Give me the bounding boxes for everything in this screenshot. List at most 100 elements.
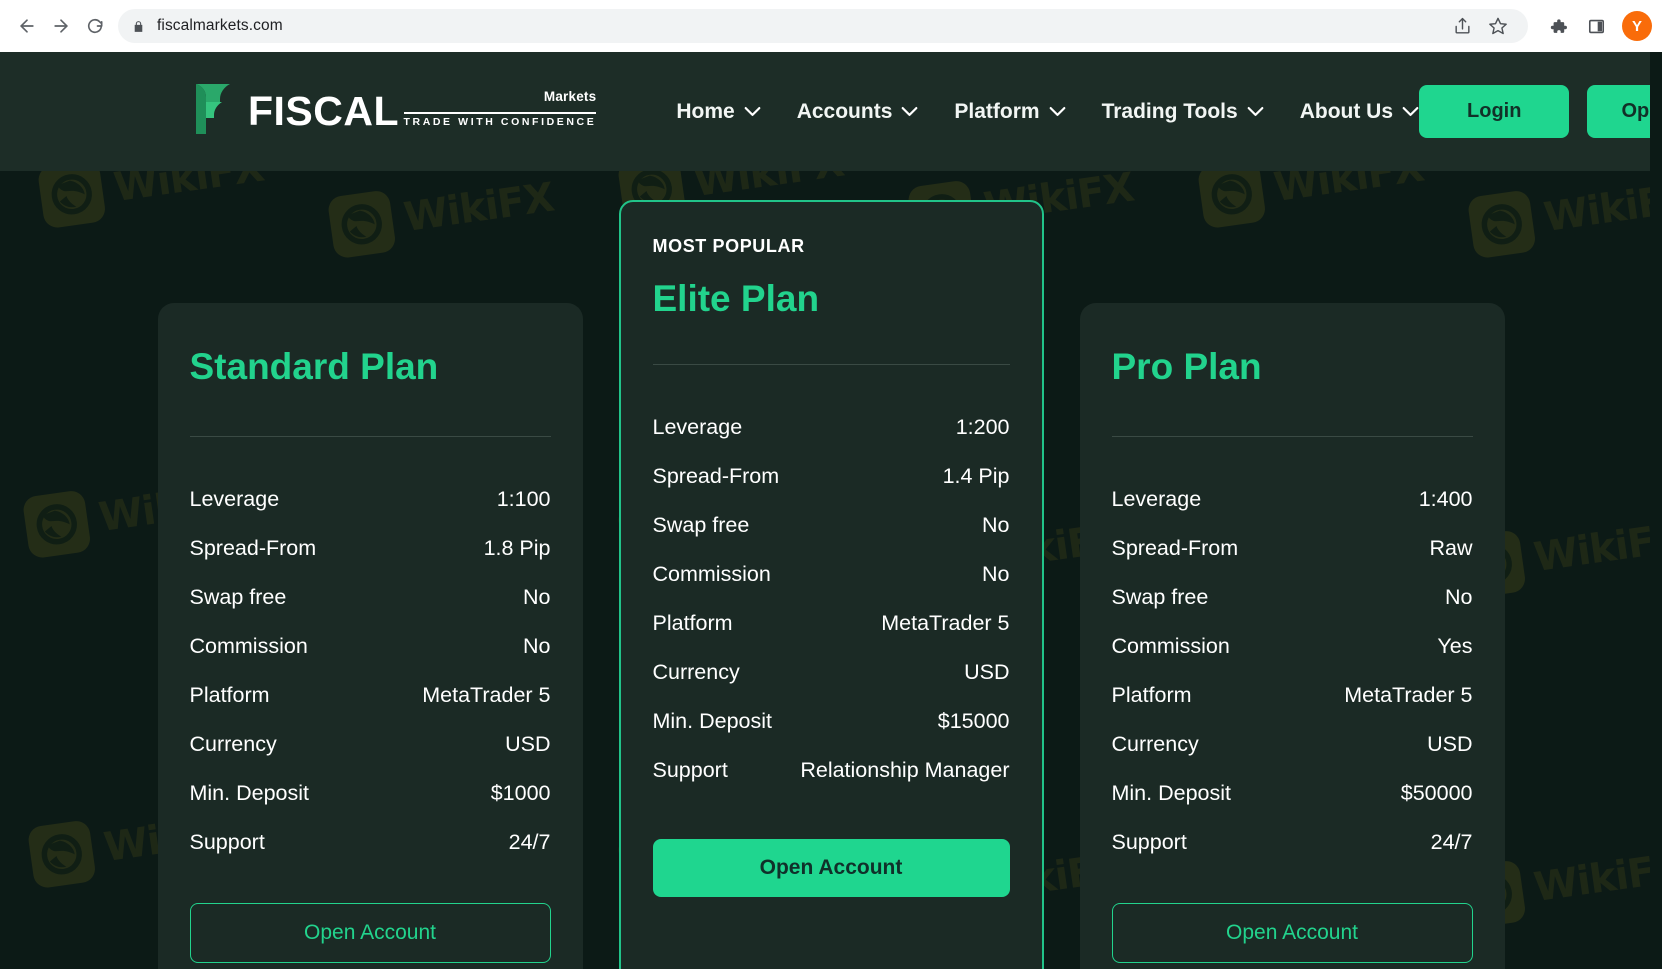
chevron-down-icon: [744, 106, 761, 117]
pricing-card-pro-plan: Pro Plan Leverage 1:400 Spread-From Raw Swap …: [1079, 303, 1505, 969]
login-button[interactable]: Login: [1419, 85, 1570, 138]
plan-feature-row: Leverage 1:200: [653, 403, 1010, 452]
side-panel-icon: [1588, 19, 1604, 33]
logo-tagline: TRADE WITH CONFIDENCE: [403, 112, 597, 128]
feature-label: Currency: [1111, 731, 1199, 756]
feature-value: Yes: [1437, 633, 1473, 658]
feature-label: Spread-From: [189, 535, 317, 560]
nav-item-home[interactable]: Home: [676, 99, 761, 124]
feature-value: $50000: [1400, 780, 1473, 805]
plan-feature-row: Min. Deposit $50000: [1112, 769, 1473, 818]
nav-item-trading-tools[interactable]: Trading Tools: [1102, 100, 1264, 124]
forward-arrow-icon: [54, 19, 68, 33]
avatar[interactable]: Y: [1622, 11, 1652, 41]
url-text: fiscalmarkets.com: [157, 17, 283, 34]
reload-button[interactable]: [78, 9, 112, 43]
page-viewport: WikiFX WikiFX WikiFX WikiFX WikiFX WikiFX Wiki…: [0, 52, 1662, 969]
feature-value: Relationship Manager: [800, 757, 1010, 782]
header-actions: Login Open Account: [1419, 85, 1662, 138]
feature-label: Currency: [189, 731, 277, 756]
plan-feature-list: Leverage 1:400 Spread-From Raw Swap free No Co…: [1112, 475, 1473, 867]
nav-item-platform[interactable]: Platform: [954, 100, 1065, 124]
pricing-card-elite-plan: MOST POPULAR Elite Plan Leverage 1:200 Sprea…: [618, 200, 1044, 969]
plan-feature-row: Currency USD: [1112, 720, 1473, 769]
feature-label: Min. Deposit: [652, 708, 773, 733]
plan-divider: [189, 435, 551, 437]
feature-value: MetaTrader 5: [1344, 682, 1473, 707]
feature-label: Commission: [652, 561, 771, 586]
nav-item-label: Trading Tools: [1101, 99, 1238, 123]
feature-value: USD: [505, 731, 551, 756]
feature-value: 1:400: [1418, 486, 1473, 511]
logo-fiscal-label: FISCAL: [248, 88, 400, 134]
feature-value: 1:200: [955, 414, 1010, 439]
main-navigation: Home Accounts Platform Trading Tools About U…: [676, 100, 1419, 124]
plan-feature-row: Spread-From 1.8 Pip: [190, 524, 551, 573]
feature-label: Min. Deposit: [1111, 780, 1232, 805]
feature-value: No: [1445, 584, 1473, 609]
feature-label: Platform: [652, 610, 733, 635]
puzzle-icon: [1550, 18, 1567, 33]
plan-feature-row: Swap free No: [190, 573, 551, 622]
feature-label: Support: [652, 757, 728, 782]
feature-label: Currency: [652, 659, 740, 684]
site-logo[interactable]: Markets FISCAL TRADE WITH CONFIDENCE: [186, 80, 597, 143]
plan-feature-row: Commission No: [653, 550, 1010, 599]
feature-label: Spread-From: [652, 463, 780, 488]
feature-value: MetaTrader 5: [881, 610, 1010, 635]
feature-value: USD: [964, 659, 1010, 684]
address-bar[interactable]: fiscalmarkets.com: [118, 9, 1528, 43]
nav-item-label: Accounts: [796, 99, 893, 123]
feature-label: Leverage: [652, 414, 743, 439]
feature-value: $15000: [937, 708, 1010, 733]
star-icon: [1489, 17, 1507, 35]
feature-label: Spread-From: [1111, 535, 1239, 560]
feature-label: Support: [1111, 829, 1187, 854]
feature-value: 1.4 Pip: [942, 463, 1010, 488]
logo-markets-label: Markets: [543, 89, 597, 104]
share-button[interactable]: [1446, 10, 1478, 42]
plan-feature-row: Min. Deposit $1000: [190, 769, 551, 818]
feature-value: No: [523, 633, 551, 658]
side-panel-button[interactable]: [1580, 10, 1612, 42]
plan-feature-row: Currency USD: [190, 720, 551, 769]
browser-toolbar: fiscalmarkets.com Y: [0, 0, 1662, 52]
plan-feature-row: Platform MetaTrader 5: [653, 599, 1010, 648]
feature-value: Raw: [1429, 535, 1473, 560]
feature-label: Swap free: [652, 512, 750, 537]
plan-divider: [652, 363, 1010, 365]
plan-feature-row: Swap free No: [1112, 573, 1473, 622]
feature-label: Commission: [189, 633, 308, 658]
feature-value: No: [523, 584, 551, 609]
plan-feature-row: Support 24/7: [1112, 818, 1473, 867]
feature-value: 1:100: [496, 486, 551, 511]
plan-feature-row: Support 24/7: [190, 818, 551, 867]
plan-open-account-button[interactable]: Open Account: [1111, 902, 1473, 963]
plan-open-account-button[interactable]: Open Account: [652, 838, 1010, 897]
plan-open-account-button[interactable]: Open Account: [189, 902, 551, 963]
bookmark-button[interactable]: [1482, 10, 1514, 42]
nav-item-about-us[interactable]: About Us: [1300, 100, 1419, 124]
feature-label: Swap free: [1111, 584, 1209, 609]
forward-button[interactable]: [44, 9, 78, 43]
back-button[interactable]: [10, 9, 44, 43]
feature-value: MetaTrader 5: [422, 682, 551, 707]
plan-feature-row: Spread-From 1.4 Pip: [653, 452, 1010, 501]
plan-feature-row: Platform MetaTrader 5: [1112, 671, 1473, 720]
page-scrollbar[interactable]: [1650, 52, 1662, 969]
pricing-card-standard-plan: Standard Plan Leverage 1:100 Spread-From 1.8…: [157, 303, 583, 969]
plan-feature-row: Leverage 1:100: [190, 475, 551, 524]
nav-item-label: Platform: [954, 99, 1040, 123]
share-icon: [1454, 17, 1470, 34]
feature-label: Leverage: [189, 486, 280, 511]
nav-item-label: Home: [676, 99, 735, 123]
feature-label: Swap free: [189, 584, 287, 609]
plan-feature-row: Spread-From Raw: [1112, 524, 1473, 573]
plan-feature-row: Swap free No: [653, 501, 1010, 550]
feature-value: No: [982, 512, 1010, 537]
extensions-button[interactable]: [1542, 10, 1574, 42]
nav-item-accounts[interactable]: Accounts: [797, 100, 919, 124]
plan-feature-row: Leverage 1:400: [1112, 475, 1473, 524]
back-arrow-icon: [20, 19, 34, 33]
feature-label: Platform: [1111, 682, 1192, 707]
